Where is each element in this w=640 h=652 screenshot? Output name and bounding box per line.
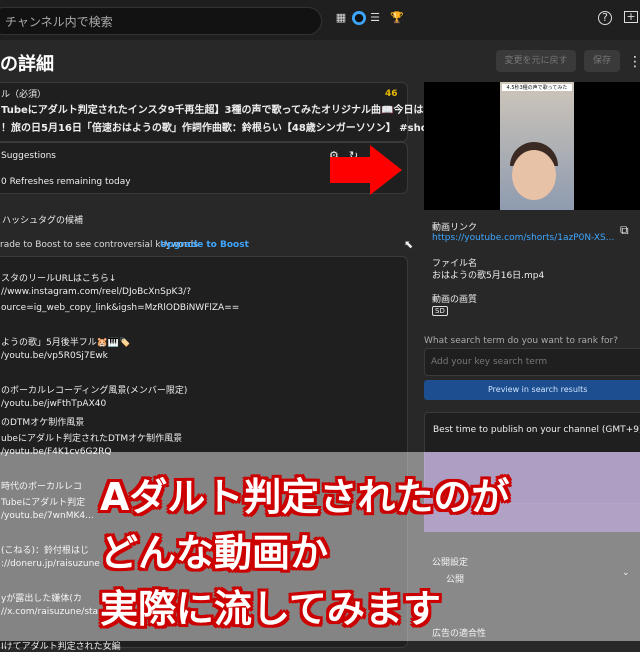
more-icon[interactable]: ⋮	[628, 54, 640, 70]
description-line: のボーカルレコーディング風景(メンバー限定)	[1, 386, 188, 396]
quality-label: 動画の画質	[432, 295, 478, 305]
top-bar: チャンネル内で検索 ▦ ● ☰ 🏆 ? +	[0, 0, 640, 40]
caption-line-1: Aダルト判定されたのが	[100, 475, 510, 519]
red-arrow	[330, 145, 402, 195]
description-line: /youtu.be/vp5R0Sj7Ewk	[1, 351, 108, 361]
description-line: のDTMオケ制作風景	[1, 418, 85, 428]
menu-icon[interactable]: ☰	[368, 11, 382, 25]
page-title: の詳細	[0, 54, 54, 75]
video-preview[interactable]: 4.5秒3種の声で歌ってみた	[424, 82, 640, 210]
create-icon[interactable]: +	[624, 11, 638, 23]
key-search-term-input[interactable]: Add your key search term	[424, 348, 640, 376]
title-char-count: 46	[385, 89, 398, 99]
caption-line-2: どんな動画か	[100, 531, 329, 575]
video-link[interactable]: https://youtube.com/shorts/1azP0N-XS...	[432, 233, 614, 243]
hashtag-hint: ハッシュタグの候補	[2, 216, 84, 226]
refreshes-remaining: 0 Refreshes remaining today	[1, 177, 131, 187]
studio-icon[interactable]: ●	[352, 11, 366, 25]
mouse-cursor-icon: ⬉	[404, 238, 414, 251]
title-field[interactable]: ル（必須） 46 Tubeにアダルト判定されたインスタ9千再生超】3種の声で歌っ…	[0, 82, 443, 142]
key-search-term-placeholder: Add your key search term	[431, 357, 548, 367]
description-line: ource=ig_web_copy_link&igsh=MzRlODBiNWFl…	[1, 303, 240, 313]
description-line: ubeにアダルト判定されたDTMオケ制作風景	[1, 434, 183, 444]
upgrade-link[interactable]: Upgrade to Boost	[160, 240, 249, 250]
description-line: スタのリールURLはこちら↓	[1, 274, 117, 284]
video-link-label: 動画リンク	[432, 223, 478, 233]
undo-button[interactable]: 変更を元に戻す	[496, 50, 576, 72]
thumbnail-face	[512, 150, 556, 200]
preview-button[interactable]: Preview in search results	[424, 380, 640, 400]
video-caption: 4.5秒3種の声で歌ってみた	[502, 84, 572, 91]
sd-badge: SD	[432, 306, 448, 316]
search-placeholder: チャンネル内で検索	[5, 15, 113, 29]
preview-button-label: Preview in search results	[488, 385, 588, 394]
help-icon[interactable]: ?	[598, 11, 612, 25]
caption-line-3: 実際に流してみます	[100, 587, 441, 631]
description-line: /youtu.be/jwFthTpAX40	[1, 399, 107, 409]
title-line-2: ！旅の日5月16日「倍速おはようの歌」作詞作曲歌：鈴根らい【48歳シンガーソソン…	[1, 123, 444, 134]
title-line-1: Tubeにアダルト判定されたインスタ9千再生超】3種の声で歌ってみたオリジナル曲…	[1, 105, 424, 116]
analytics-icon[interactable]: ▦	[334, 11, 348, 25]
description-line: //www.instagram.com/reel/DJoBcXnSpK3/?	[1, 287, 191, 297]
copy-icon[interactable]: ⧉	[620, 223, 629, 238]
description-line: ようの歌」5月後半フル🐹🎹🏷️	[1, 338, 131, 348]
suggestions-label: Suggestions	[1, 151, 56, 161]
search-input[interactable]: チャンネル内で検索	[0, 7, 322, 35]
best-time-label: Best time to publish on your channel (GM…	[433, 425, 640, 435]
trophy-icon[interactable]: 🏆	[390, 11, 404, 25]
file-name: おはようの歌5月16日.mp4	[432, 271, 545, 281]
search-term-question: What search term do you want to rank for…	[424, 336, 618, 346]
video-thumbnail: 4.5秒3種の声で歌ってみた	[500, 82, 574, 210]
save-button[interactable]: 保存	[584, 50, 620, 72]
title-label: ル（必須）	[1, 90, 47, 100]
